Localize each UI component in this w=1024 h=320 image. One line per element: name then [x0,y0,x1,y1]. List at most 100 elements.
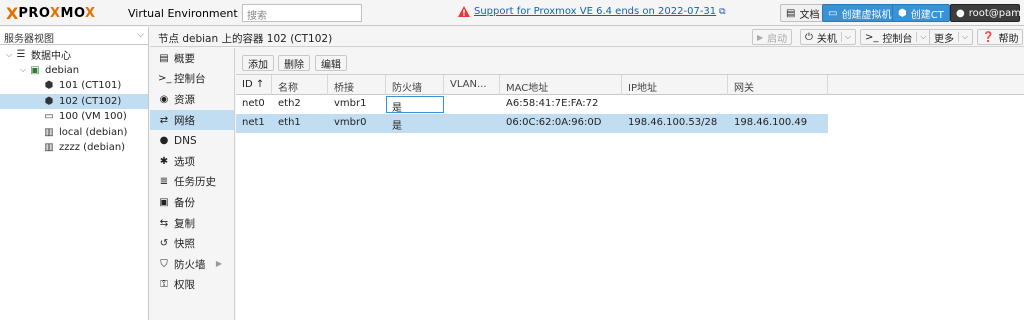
chevron-down-icon[interactable]: ⌵ [840,32,851,42]
proxmox-logo[interactable]: X PROXMOX [6,4,96,23]
tree-item[interactable]: ⌵ ▣ debian [0,63,148,79]
column-header[interactable]: MAC地址 [500,75,622,95]
nav-item[interactable]: ● DNS [150,130,234,151]
nav-item[interactable]: >_ 控制台 [150,69,234,90]
content-header: 节点 debian 上的容器 102 (CT102) ▶ 启动 ⏻ 关机 ⌵ >… [150,27,1024,47]
nav-item-label: 网络 [174,114,195,127]
console-button[interactable]: >_ 控制台 ⌵ [860,29,932,45]
network-panel: 添加 删除 编辑 ID ↑ 名称 桥接 防火墙 VLAN... MAC地址 IP地址 网关 n… [236,48,1024,320]
chevron-down-icon[interactable]: ⌵ [916,32,926,42]
power-icon: ⏻ [805,31,813,43]
nav-item[interactable]: ≣ 任务历史 [150,172,234,193]
nav-item[interactable]: ⛉ 防火墙 ▶ [150,254,234,275]
table-row[interactable]: net0 eth2 vmbr1 是 A6:58:41:7E:FA:72 [236,95,828,114]
grid-toolbar: 添加 删除 编辑 [236,48,1024,75]
search-input[interactable]: 搜索 [242,4,362,22]
column-header[interactable]: ID ↑ [236,75,272,95]
column-header[interactable]: IP地址 [622,75,728,95]
top-bar: X PROXMOX Virtual Environment 6.4-15 搜索 … [0,0,1024,26]
help-button[interactable]: ❓ 帮助 [977,29,1024,45]
view-selector[interactable]: 服务器视图 ⌵ [0,27,148,45]
shutdown-button[interactable]: ⏻ 关机 ⌵ [800,29,856,45]
storage-icon: ▥ [44,142,54,154]
table-cell: 198.46.100.49 [734,117,808,128]
expand-toggle-icon[interactable]: ⌵ [4,50,14,60]
docs-button[interactable]: ▤ 文档 [780,4,826,22]
tree-item-label: 101 (CT101) [59,80,122,92]
shield-icon: ⛉ [160,258,168,270]
resources-icon: ◉ [159,93,169,105]
tree-item[interactable]: ▭ 100 (VM 100) [0,109,148,125]
table-cell: vmbr0 [334,117,367,128]
column-header[interactable]: 名称 [272,75,328,95]
table-cell: A6:58:41:7E:FA:72 [506,98,599,109]
unlock-icon: ⚿ [160,279,168,291]
more-button[interactable]: 更多 ⌵ [929,29,974,45]
gear-icon: ✱ [159,155,169,167]
nav-item-label: 任务历史 [174,176,216,189]
remove-button[interactable]: 删除 [278,55,310,71]
start-button[interactable]: ▶ 启动 [752,29,793,45]
nav-item[interactable]: ⚿ 权限 [150,275,234,296]
nav-item[interactable]: ⇆ 复制 [150,213,234,234]
nav-item[interactable]: ▣ 备份 [150,192,234,213]
node-icon: ▣ [30,64,40,76]
config-nav-menu: ▤ 概要 >_ 控制台 ◉ 资源 ⇄ 网络 ● DNS ✱ 选项 ≣ 任务历史 ▣ 备份 ⇆ 复制 ↺ 快照 ⛉ 防火墙 ▶… [150,48,235,320]
tree-item[interactable]: ⬢ 102 (CT102) [0,93,148,109]
column-header[interactable]: 网关 [728,75,828,95]
table-cell: 198.46.100.53/28 [628,117,718,128]
grid-body: net0 eth2 vmbr1 是 A6:58:41:7E:FA:72 net1 eth1 v… [236,95,1024,133]
table-cell [444,95,500,114]
table-row[interactable]: net1 eth1 vmbr0 是 06:0C:62:0A:96:0D 198.46.10… [236,114,828,133]
nav-item-label: 防火墙 [174,258,206,271]
user-icon: ● [956,7,965,19]
resource-tree-panel: 服务器视图 ⌵ ⌵ ☰ 数据中心 ⌵ ▣ debian ⬢ 101 (CT101) ⬢ 102 (… [0,27,149,320]
nav-item-label: DNS [174,134,197,147]
table-cell: net0 [242,98,265,109]
logo-wordmark: PROXMOX [18,5,96,21]
nav-item[interactable]: ✱ 选项 [150,151,234,172]
tree-item[interactable]: ▥ local (debian) [0,125,148,141]
nav-item-label: 快照 [174,238,195,251]
container-icon: ⬢ [44,80,54,92]
nav-item-label: 控制台 [174,73,206,86]
nav-item-label: 权限 [174,279,195,292]
summary-icon: ▤ [159,52,169,64]
desktop-icon: ▭ [828,7,838,19]
terminal-icon: >_ [865,31,879,43]
vm-icon: ▭ [44,111,54,123]
nav-item[interactable]: ⇄ 网络 [150,109,234,131]
user-menu-button[interactable]: ● root@pam ⌵ [950,4,1021,22]
tree-item[interactable]: ⌵ ☰ 数据中心 [0,47,148,63]
table-cell: 06:0C:62:0A:96:0D [506,117,602,128]
nav-item-label: 概要 [174,52,195,65]
question-icon: ❓ [982,31,995,43]
nav-item[interactable]: ◉ 资源 [150,89,234,110]
add-button[interactable]: 添加 [242,55,274,71]
support-link[interactable]: Support for Proxmox VE 6.4 ends on 2022-… [474,6,716,17]
column-header[interactable]: 桥接 [328,75,386,95]
edit-button[interactable]: 编辑 [315,55,347,71]
support-warning: Support for Proxmox VE 6.4 ends on 2022-… [458,6,726,17]
table-cell: net1 [242,117,265,128]
tree-item[interactable]: ⬢ 101 (CT101) [0,78,148,94]
nav-item-label: 选项 [174,155,195,168]
table-cell: 是 [386,96,444,113]
server-icon: ☰ [16,49,26,61]
storage-icon: ▥ [44,126,54,138]
play-icon: ▶ [757,32,764,42]
warning-icon [458,6,470,17]
table-cell [444,114,500,133]
resource-tree: ⌵ ☰ 数据中心 ⌵ ▣ debian ⬢ 101 (CT101) ⬢ 102 (CT102) ▭ 1… [0,47,148,156]
create-ct-button[interactable]: ⬢ 创建CT [892,4,950,22]
expand-toggle-icon[interactable]: ⌵ [18,65,28,75]
nav-item[interactable]: ▤ 概要 [150,48,234,69]
column-header[interactable]: 防火墙 [386,75,444,95]
tree-item[interactable]: ▥ zzzz (debian) [0,140,148,156]
create-vm-button[interactable]: ▭ 创建虚拟机 [822,4,898,22]
cube-icon: ⬢ [898,7,907,19]
column-header[interactable]: VLAN... [444,75,500,95]
history-icon: ↺ [159,238,169,250]
nav-item[interactable]: ↺ 快照 [150,233,234,254]
nav-item-label: 资源 [174,93,195,106]
